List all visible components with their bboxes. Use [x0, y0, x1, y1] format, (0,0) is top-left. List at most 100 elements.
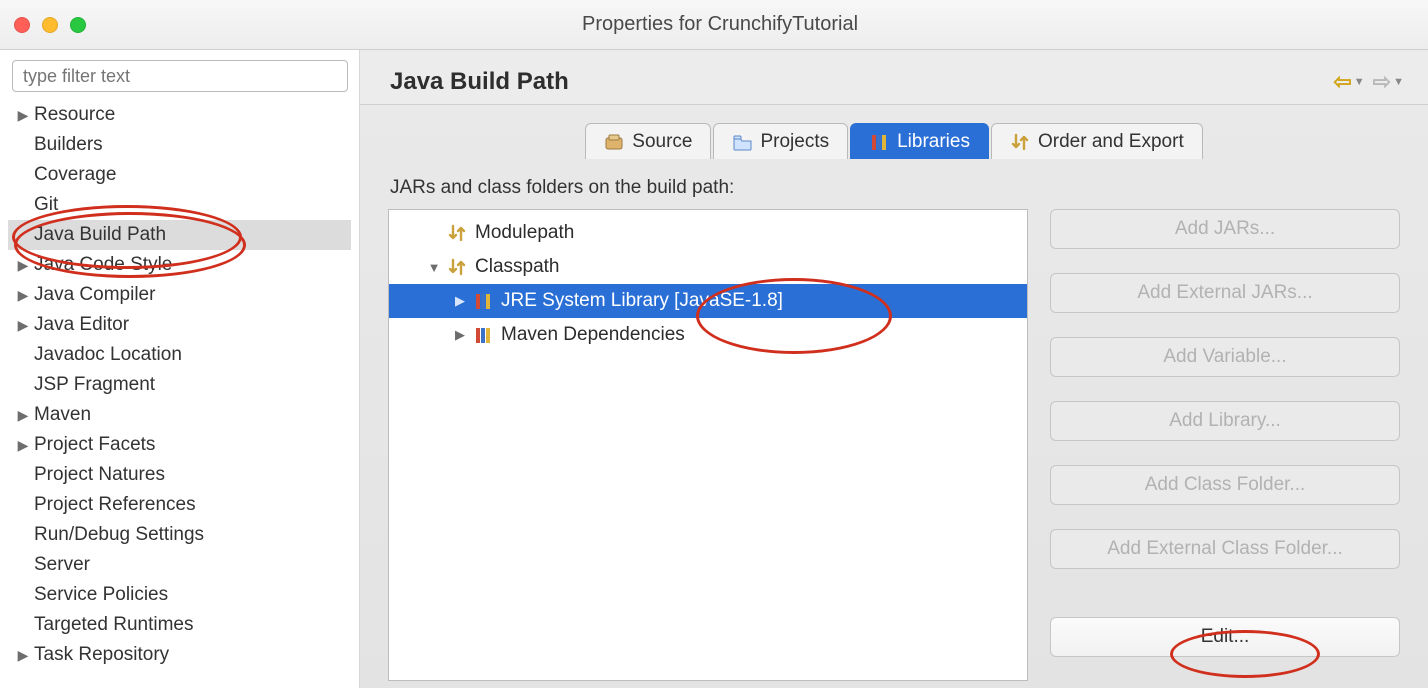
tree-node-modulepath[interactable]: Modulepath [389, 216, 1027, 250]
disclosure-triangle-icon[interactable]: ▶ [14, 107, 32, 124]
add-variable-button[interactable]: Add Variable... [1050, 337, 1400, 377]
arrow-right-icon: ⇨ [1373, 69, 1391, 95]
sidebar-item-label: Javadoc Location [32, 344, 182, 366]
sidebar-item-label: Task Repository [32, 644, 169, 666]
sidebar-item-coverage[interactable]: Coverage [8, 160, 351, 190]
tab-projects[interactable]: Projects [713, 123, 848, 159]
add-class-folder-button[interactable]: Add Class Folder... [1050, 465, 1400, 505]
order-export-icon [447, 223, 467, 243]
filter-input[interactable] [12, 60, 348, 92]
disclosure-triangle-icon[interactable]: ▶ [451, 293, 469, 309]
sidebar-item-targeted-runtimes[interactable]: Targeted Runtimes [8, 610, 351, 640]
library-icon [869, 132, 889, 152]
tab-source[interactable]: Source [585, 123, 711, 159]
sidebar-item-project-references[interactable]: Project References [8, 490, 351, 520]
sidebar-item-label: Builders [32, 134, 103, 156]
sidebar-item-service-policies[interactable]: Service Policies [8, 580, 351, 610]
page-title: Java Build Path [390, 68, 569, 96]
window-controls [14, 17, 86, 33]
sidebar-item-server[interactable]: Server [8, 550, 351, 580]
sidebar-item-label: Service Policies [32, 584, 168, 606]
sidebar-item-git[interactable]: Git [8, 190, 351, 220]
minimize-window-button[interactable] [42, 17, 58, 33]
sidebar-item-jsp-fragment[interactable]: JSP Fragment [8, 370, 351, 400]
library-icon [473, 291, 493, 311]
order-export-icon [447, 257, 467, 277]
disclosure-triangle-icon[interactable]: ▶ [451, 327, 469, 343]
disclosure-triangle-icon[interactable]: ▼ [425, 260, 443, 275]
add-external-jars-button[interactable]: Add External JARs... [1050, 273, 1400, 313]
sidebar-item-label: Targeted Runtimes [32, 614, 193, 636]
titlebar: Properties for CrunchifyTutorial [0, 0, 1428, 50]
sidebar-item-label: Java Build Path [32, 224, 166, 246]
disclosure-triangle-icon[interactable]: ▶ [14, 647, 32, 664]
sidebar-item-label: Java Code Style [32, 254, 172, 276]
disclosure-triangle-icon[interactable]: ▶ [14, 437, 32, 454]
disclosure-triangle-icon[interactable]: ▶ [14, 257, 32, 274]
tab-label: Projects [760, 131, 829, 153]
chevron-down-icon: ▼ [1393, 76, 1404, 88]
sidebar-item-project-facets[interactable]: ▶Project Facets [8, 430, 351, 460]
tabstrip: Source Projects Libraries Order and Export [360, 123, 1428, 159]
library-icon [473, 325, 493, 345]
sidebar-item-java-editor[interactable]: ▶Java Editor [8, 310, 351, 340]
tab-label: Source [632, 131, 692, 153]
sidebar-item-resource[interactable]: ▶Resource [8, 100, 351, 130]
panel-caption: JARs and class folders on the build path… [390, 177, 1400, 199]
main-panel: Java Build Path ⇦ ▼ ⇨ ▼ Source Projects Li… [360, 50, 1428, 688]
tab-order-and-export[interactable]: Order and Export [991, 123, 1203, 159]
nav-history: ⇦ ▼ ⇨ ▼ [1333, 69, 1410, 95]
tree-node-label: JRE System Library [JavaSE-1.8] [501, 290, 783, 312]
sidebar-item-project-natures[interactable]: Project Natures [8, 460, 351, 490]
add-library-button[interactable]: Add Library... [1050, 401, 1400, 441]
tree-node-maven-dependencies[interactable]: ▶ Maven Dependencies [389, 318, 1027, 352]
nav-back-button[interactable]: ⇦ ▼ [1333, 69, 1364, 95]
sidebar-item-label: Run/Debug Settings [32, 524, 204, 546]
disclosure-triangle-icon[interactable]: ▶ [14, 287, 32, 304]
property-tree-sidebar: ▶ResourceBuildersCoverageGitJava Build P… [0, 50, 360, 688]
sidebar-item-label: Java Editor [32, 314, 129, 336]
nav-forward-button[interactable]: ⇨ ▼ [1373, 69, 1404, 95]
zoom-window-button[interactable] [70, 17, 86, 33]
tree-node-label: Classpath [475, 256, 560, 278]
folder-icon [732, 132, 752, 152]
package-icon [604, 132, 624, 152]
sidebar-item-java-code-style[interactable]: ▶Java Code Style [8, 250, 351, 280]
tree-node-classpath[interactable]: ▼ Classpath [389, 250, 1027, 284]
sidebar-item-label: Project Natures [32, 464, 165, 486]
close-window-button[interactable] [14, 17, 30, 33]
edit-button[interactable]: Edit... [1050, 617, 1400, 657]
sidebar-item-javadoc-location[interactable]: Javadoc Location [8, 340, 351, 370]
tree-node-jre-system-library[interactable]: ▶ JRE System Library [JavaSE-1.8] [389, 284, 1027, 318]
button-column: Add JARs... Add External JARs... Add Var… [1050, 209, 1400, 681]
add-jars-button[interactable]: Add JARs... [1050, 209, 1400, 249]
sidebar-item-java-compiler[interactable]: ▶Java Compiler [8, 280, 351, 310]
sidebar-item-label: Resource [32, 104, 115, 126]
disclosure-triangle-icon[interactable]: ▶ [14, 317, 32, 334]
classpath-tree[interactable]: Modulepath ▼ Classpath ▶ JRE System Libr… [388, 209, 1028, 681]
sidebar-item-java-build-path[interactable]: Java Build Path [8, 220, 351, 250]
tab-label: Order and Export [1038, 131, 1184, 153]
tree-node-label: Modulepath [475, 222, 574, 244]
tab-libraries[interactable]: Libraries [850, 123, 989, 159]
window-title: Properties for CrunchifyTutorial [86, 13, 1354, 36]
order-export-icon [1010, 132, 1030, 152]
property-tree[interactable]: ▶ResourceBuildersCoverageGitJava Build P… [8, 100, 351, 670]
tab-label: Libraries [897, 131, 970, 153]
sidebar-item-label: Java Compiler [32, 284, 155, 306]
sidebar-item-task-repository[interactable]: ▶Task Repository [8, 640, 351, 670]
sidebar-item-label: Git [32, 194, 58, 216]
sidebar-item-label: Server [32, 554, 90, 576]
sidebar-item-builders[interactable]: Builders [8, 130, 351, 160]
disclosure-triangle-icon[interactable]: ▶ [14, 407, 32, 424]
sidebar-item-label: Project Facets [32, 434, 155, 456]
sidebar-item-label: Coverage [32, 164, 116, 186]
sidebar-item-maven[interactable]: ▶Maven [8, 400, 351, 430]
sidebar-item-run-debug-settings[interactable]: Run/Debug Settings [8, 520, 351, 550]
chevron-down-icon: ▼ [1354, 76, 1365, 88]
add-external-class-folder-button[interactable]: Add External Class Folder... [1050, 529, 1400, 569]
tree-node-label: Maven Dependencies [501, 324, 685, 346]
arrow-left-icon: ⇦ [1333, 69, 1351, 95]
sidebar-item-label: JSP Fragment [32, 374, 155, 396]
sidebar-item-label: Maven [32, 404, 91, 426]
